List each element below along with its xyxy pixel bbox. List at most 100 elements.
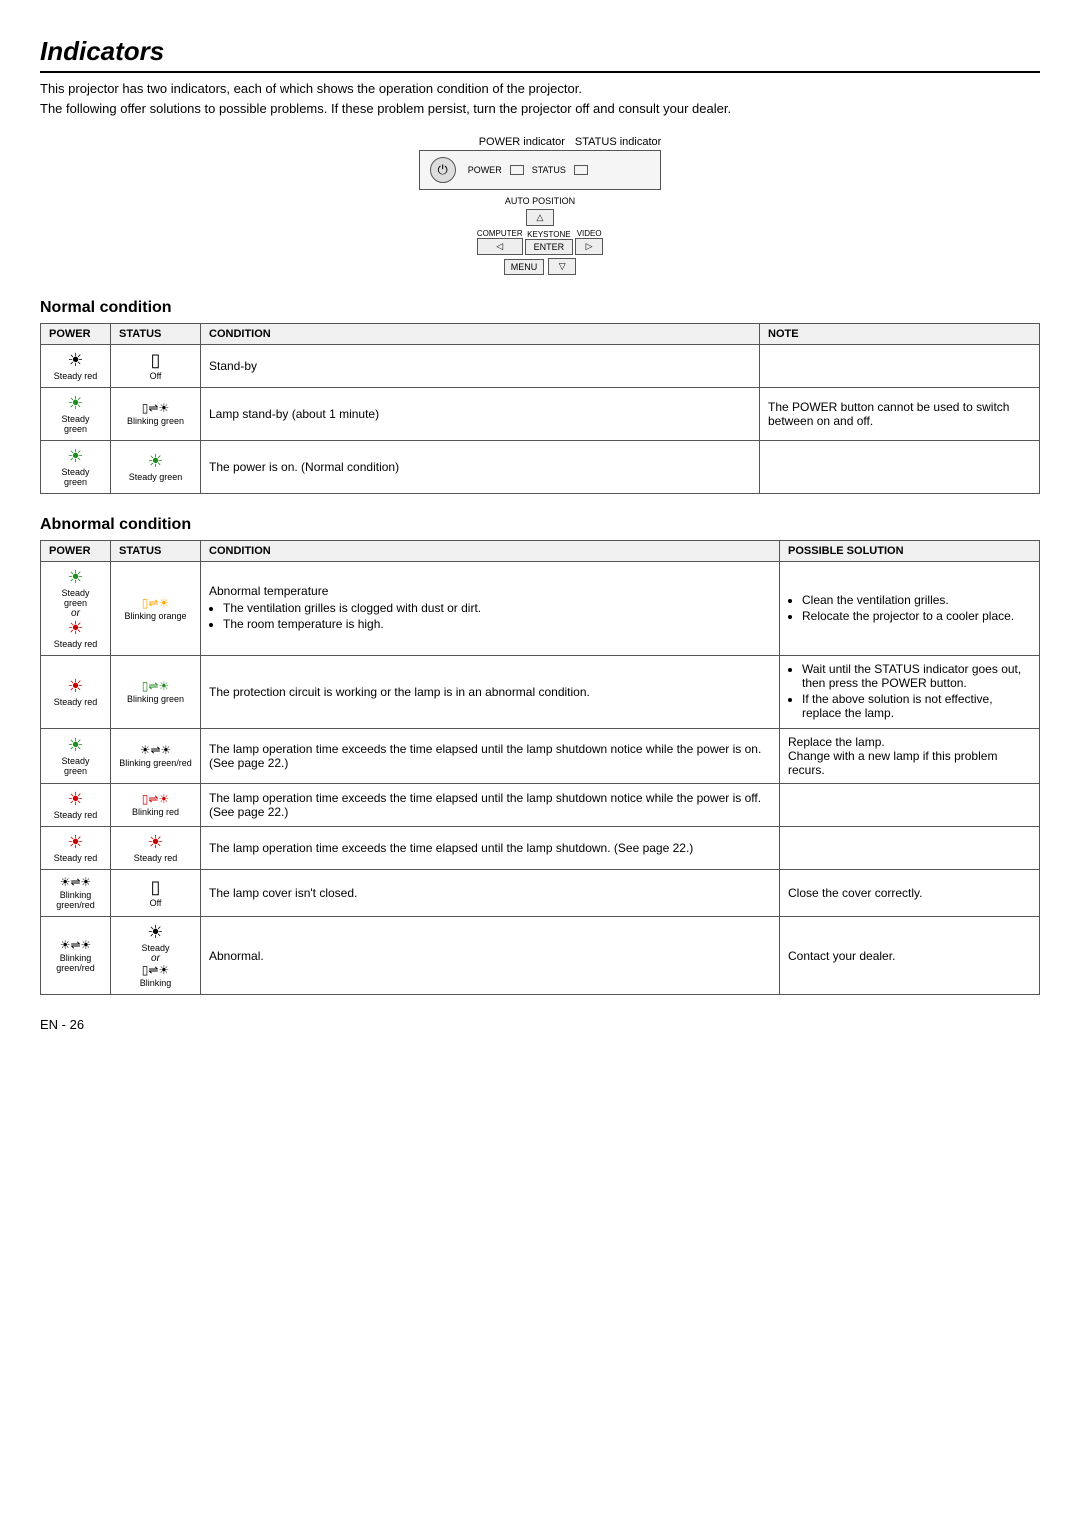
abnormal-solution-header: Possible Solution (780, 541, 1040, 562)
menu-key[interactable]: MENU (504, 259, 545, 275)
status-cell-a6: ▯ Off (111, 870, 201, 917)
status-icon-a5: ☀ (119, 833, 192, 851)
power-cell-a4: ☀ Steady red (41, 784, 111, 827)
status-cell-a3: ☀⇌☀ Blinking green/red (111, 729, 201, 784)
status-label-a4: Blinking red (119, 807, 192, 817)
condition-cell-a1: Abnormal temperature The ventilation gri… (201, 562, 780, 656)
power-icon-a3: ☀ (49, 736, 102, 754)
solution-bullet-a2-0: Wait until the STATUS indicator goes out… (802, 662, 1031, 690)
normal-power-header: Power (41, 324, 111, 345)
normal-status-header: Status (111, 324, 201, 345)
status-icon-a4: ▯⇌☀ (119, 793, 192, 805)
status-icon-a3: ☀⇌☀ (119, 744, 192, 756)
table-row: ☀ Steady green ☀⇌☀ Blinking green/red Th… (41, 729, 1040, 784)
power-icon-a4: ☀ (49, 790, 102, 808)
status-cell-a2: ▯⇌☀ Blinking green (111, 656, 201, 729)
table-row: ☀ Steady green or ☀ Steady red ▯⇌☀ Blink… (41, 562, 1040, 656)
table-row: ☀ Steady red ☀ Steady red The lamp opera… (41, 827, 1040, 870)
power-label-a6: Blinking green/red (49, 890, 102, 910)
solution-bullet-a1-1: Relocate the projector to a cooler place… (802, 609, 1031, 623)
status-label-a7-top: Steady (119, 943, 192, 953)
note-cell-1 (760, 345, 1040, 388)
power-cell-a5: ☀ Steady red (41, 827, 111, 870)
video-label: VIDEO (575, 229, 603, 238)
status-label-2: Blinking green (119, 416, 192, 426)
table-row: ☀ Steady green ☀ Steady green The power … (41, 441, 1040, 494)
power-icon-3: ☀ (49, 447, 102, 465)
power-cell-a6: ☀⇌☀ Blinking green/red (41, 870, 111, 917)
power-icon-a5: ☀ (49, 833, 102, 851)
status-icon-a7-top: ☀ (119, 923, 192, 941)
power-icon-a2: ☀ (49, 677, 102, 695)
table-row: ☀ Steady red ▯⇌☀ Blinking green The prot… (41, 656, 1040, 729)
table-row: ☀ Steady green ▯⇌☀ Blinking green Lamp s… (41, 388, 1040, 441)
power-label-a1-top: Steady green (49, 588, 102, 608)
power-label-a2: Steady red (49, 697, 102, 707)
solution-text2-a3: Change with a new lamp if this problem r… (788, 749, 1031, 777)
power-cell-a1: ☀ Steady green or ☀ Steady red (41, 562, 111, 656)
condition-cell-a2: The protection circuit is working or the… (201, 656, 780, 729)
power-label-3: Steady green (49, 467, 102, 487)
status-label-a2: Blinking green (119, 694, 192, 704)
power-icon-a7-top: ☀⇌☀ (49, 939, 102, 951)
solution-text-a3: Replace the lamp. (788, 735, 1031, 749)
solution-bullet-a1-0: Clean the ventilation grilles. (802, 593, 1031, 607)
note-cell-3 (760, 441, 1040, 494)
status-cell-a4: ▯⇌☀ Blinking red (111, 784, 201, 827)
status-cell-3: ☀ Steady green (111, 441, 201, 494)
solution-cell-a5 (780, 827, 1040, 870)
status-cell-1: ▯ Off (111, 345, 201, 388)
status-label-3: Steady green (119, 472, 192, 482)
abnormal-condition-header: Condition (201, 541, 780, 562)
down-key[interactable]: ▽ (548, 258, 576, 275)
table-row: ☀⇌☀ Blinking green/red ☀ Steady or ▯⇌☀ B… (41, 917, 1040, 995)
status-indicator-box (574, 165, 588, 175)
power-cell-1: ☀ Steady red (41, 345, 111, 388)
table-row: ☀ Steady red ▯⇌☀ Blinking red The lamp o… (41, 784, 1040, 827)
status-icon-a1: ▯⇌☀ (119, 597, 192, 609)
power-cell-a2: ☀ Steady red (41, 656, 111, 729)
status-icon-a6: ▯ (119, 878, 192, 896)
solution-cell-a2: Wait until the STATUS indicator goes out… (780, 656, 1040, 729)
power-cell-a3: ☀ Steady green (41, 729, 111, 784)
condition-title-a1: Abnormal temperature (209, 584, 771, 598)
power-label-a5: Steady red (49, 853, 102, 863)
status-cell-a5: ☀ Steady red (111, 827, 201, 870)
keystone-label: KEYSTONE (525, 230, 574, 239)
condition-cell-a4: The lamp operation time exceeds the time… (201, 784, 780, 827)
enter-key[interactable]: ENTER (525, 239, 574, 255)
status-icon-2: ▯⇌☀ (119, 402, 192, 414)
diagram-area: POWER indicator STATUS indicator ⏻ POWER… (40, 136, 1040, 275)
normal-condition-table: Power Status Condition Note ☀ Steady red… (40, 323, 1040, 494)
power-label-a7-top: Blinking green/red (49, 953, 102, 973)
power-text-label: POWER (468, 165, 502, 175)
condition-cell-a7: Abnormal. (201, 917, 780, 995)
abnormal-status-header: Status (111, 541, 201, 562)
power-icon-sun: ☀ (49, 351, 102, 369)
power-label-a3: Steady green (49, 756, 102, 776)
intro-text: This projector has two indicators, each … (40, 79, 1040, 118)
power-label-1: Steady red (49, 371, 102, 381)
note-cell-2: The POWER button cannot be used to switc… (760, 388, 1040, 441)
status-icon-a2: ▯⇌☀ (119, 680, 192, 692)
status-cell-2: ▯⇌☀ Blinking green (111, 388, 201, 441)
up-key[interactable]: △ (526, 209, 554, 226)
normal-note-header: Note (760, 324, 1040, 345)
left-key[interactable]: ◁ (477, 238, 523, 255)
solution-cell-a1: Clean the ventilation grilles. Relocate … (780, 562, 1040, 656)
status-indicator-label: STATUS indicator (575, 136, 661, 148)
abnormal-power-header: Power (41, 541, 111, 562)
power-cell-2: ☀ Steady green (41, 388, 111, 441)
condition-cell-3: The power is on. (Normal condition) (201, 441, 760, 494)
status-label-a7-bot: Blinking (119, 978, 192, 988)
status-icon-a7-bot: ▯⇌☀ (119, 964, 192, 976)
status-text-label: STATUS (532, 165, 566, 175)
right-key[interactable]: ▷ (575, 238, 603, 255)
table-row: ☀ Steady red ▯ Off Stand-by (41, 345, 1040, 388)
status-icon-1: ▯ (119, 351, 192, 369)
table-row: ☀⇌☀ Blinking green/red ▯ Off The lamp co… (41, 870, 1040, 917)
condition-bullet-a1-1: The room temperature is high. (223, 617, 771, 631)
power-label-2: Steady green (49, 414, 102, 434)
condition-bullet-a1-0: The ventilation grilles is clogged with … (223, 601, 771, 615)
status-cell-a1: ▯⇌☀ Blinking orange (111, 562, 201, 656)
